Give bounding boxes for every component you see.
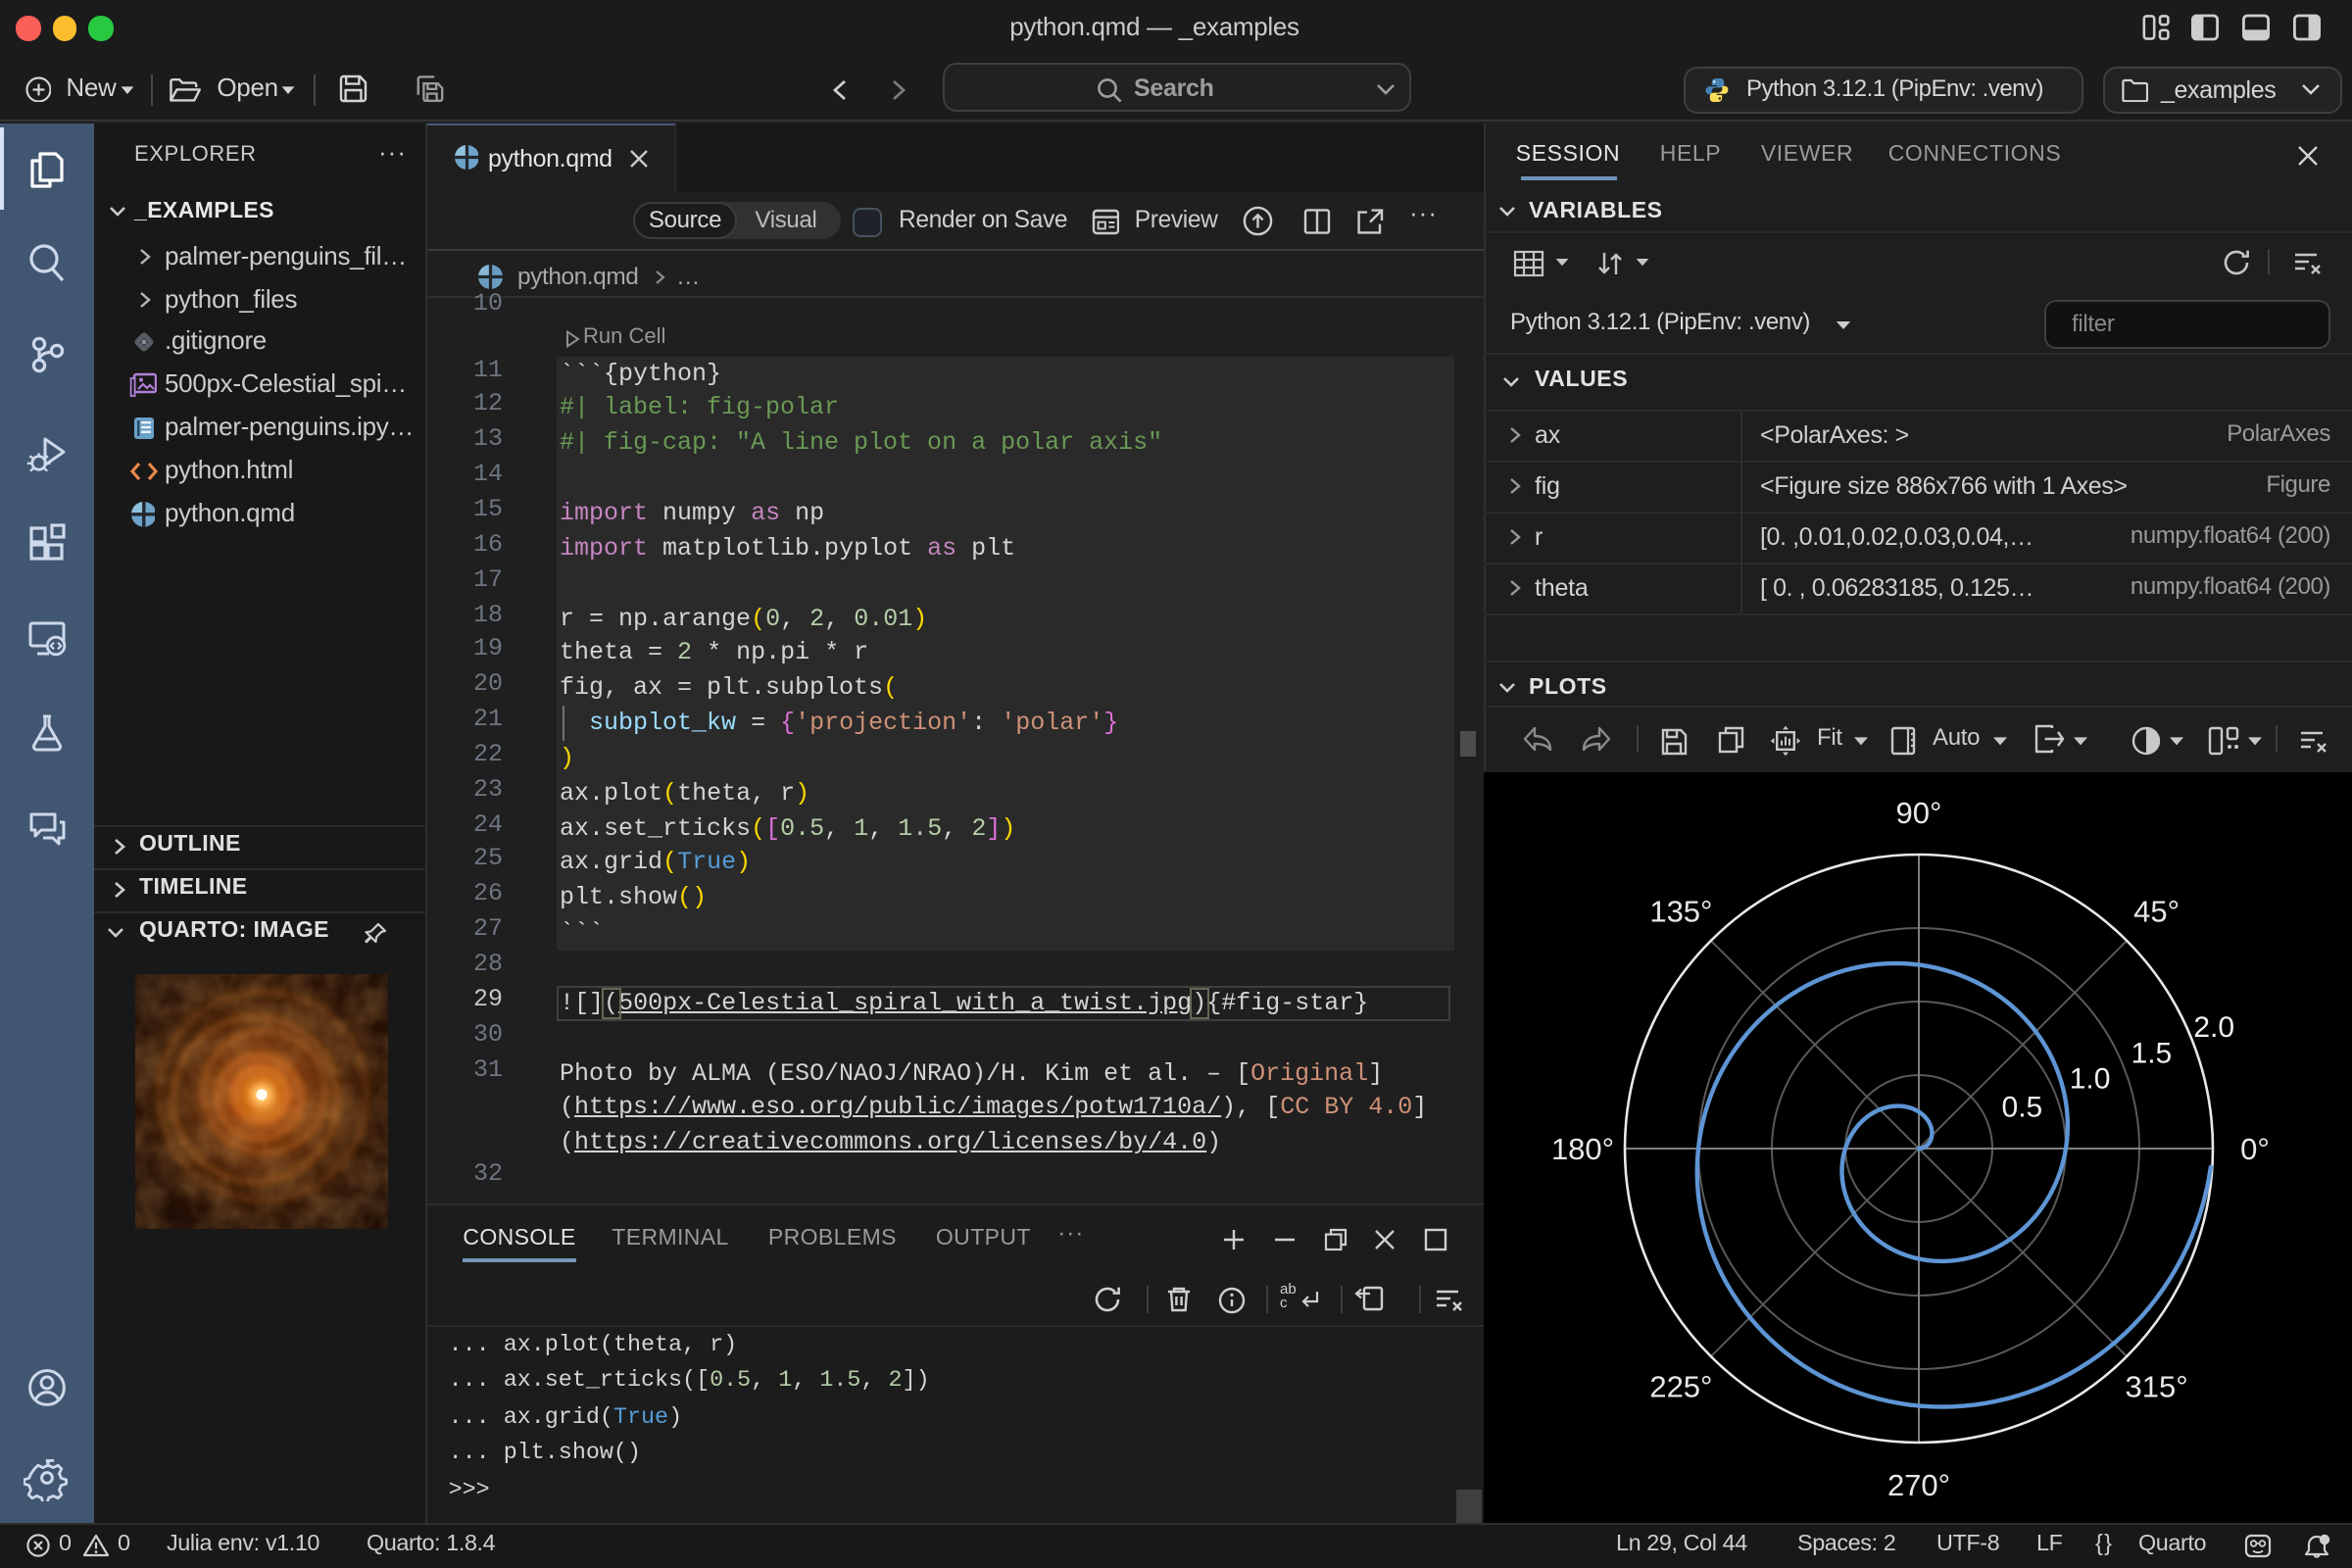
svg-text:315°: 315° [2125, 1369, 2187, 1403]
svg-text:1.0: 1.0 [2069, 1062, 2110, 1095]
svg-text:90°: 90° [1895, 795, 1941, 829]
svg-text:1.5: 1.5 [2131, 1037, 2172, 1069]
svg-text:270°: 270° [1886, 1467, 1949, 1501]
svg-text:180°: 180° [1550, 1131, 1613, 1165]
svg-text:135°: 135° [1648, 893, 1711, 927]
svg-text:45°: 45° [2132, 893, 2179, 927]
svg-text:225°: 225° [1648, 1369, 1711, 1403]
svg-text:0°: 0° [2239, 1131, 2269, 1165]
svg-text:2.0: 2.0 [2192, 1010, 2233, 1043]
svg-text:0.5: 0.5 [2001, 1090, 2042, 1122]
